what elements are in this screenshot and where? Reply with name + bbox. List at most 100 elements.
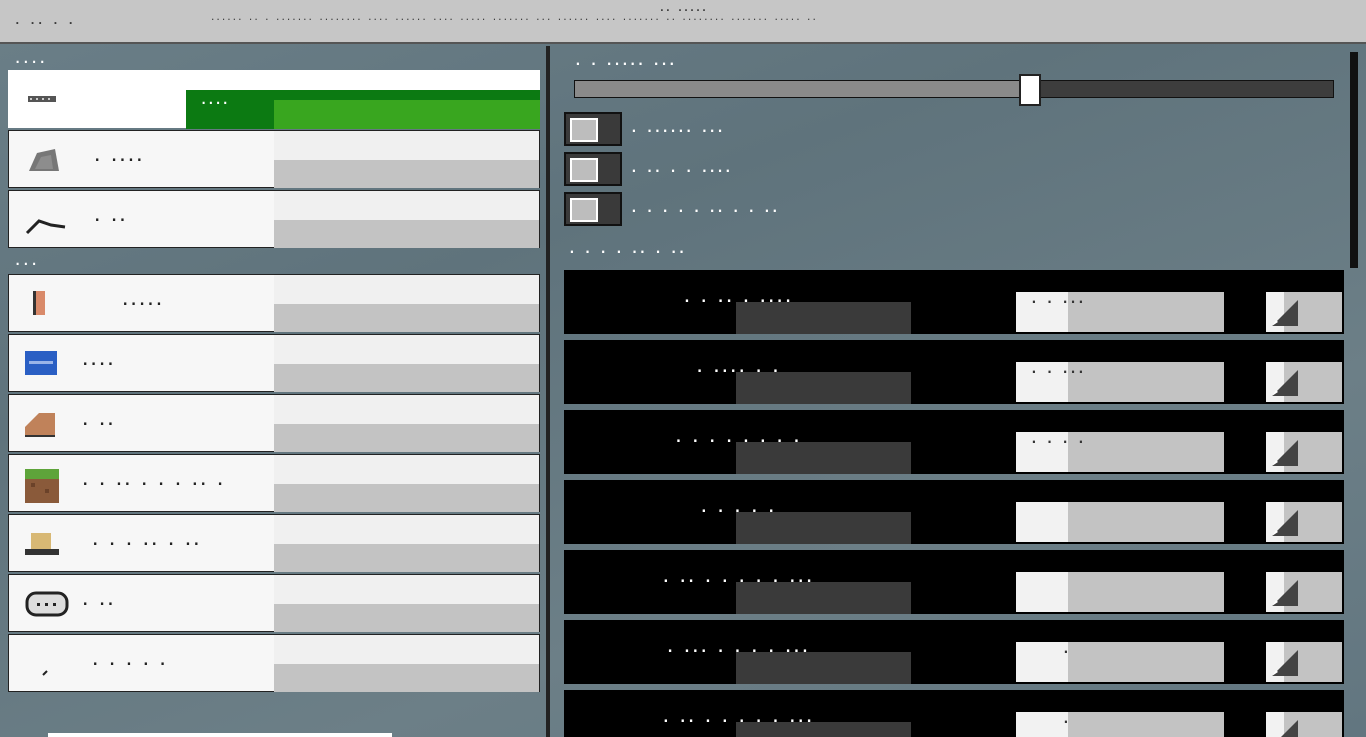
row-shade — [736, 512, 911, 544]
category-item-0[interactable]: .... — [8, 70, 540, 129]
value-text: . — [1062, 712, 1070, 727]
category-item-8[interactable]: . .. — [8, 574, 540, 632]
setting-row: . . .. . .... . . ... — [564, 270, 1344, 334]
item-stripe — [274, 664, 539, 692]
checkbox[interactable] — [564, 112, 622, 146]
pencil-icon — [1281, 720, 1298, 737]
pencil-icon — [25, 649, 59, 679]
checkbox-label: . ...... ... — [630, 121, 724, 136]
dotted-bar-icon — [24, 84, 58, 114]
category-item-2[interactable]: . .. — [8, 190, 540, 248]
item-stripe-light — [274, 455, 539, 484]
item-stripe-light — [274, 635, 539, 664]
edit-button[interactable] — [1266, 362, 1342, 402]
edit-button[interactable] — [1266, 502, 1342, 542]
category-label: .... — [81, 353, 115, 369]
row-shade — [736, 302, 911, 334]
edit-button[interactable] — [1266, 642, 1342, 682]
checkbox-label: . .. . . .... — [630, 161, 732, 176]
item-stripe-light — [274, 191, 539, 220]
category-label: . . . . . — [91, 653, 167, 669]
settings-panel: . . ..... ... . ...... ... . .. . . ....… — [552, 46, 1366, 737]
settings-list: . . .. . .... . . ... . .... . . . . ...… — [564, 270, 1344, 737]
selected-label: .... — [200, 93, 229, 107]
category-item-5[interactable]: . .. — [8, 394, 540, 452]
row-shade — [736, 372, 911, 404]
title-bar: . .. . . .. ..... ...... .. . ....... ..… — [0, 0, 1366, 44]
value-field[interactable]: . . ... — [1016, 292, 1224, 332]
status-text: ...... .. . ....... ........ .... ......… — [210, 13, 817, 23]
value-field[interactable] — [1016, 502, 1224, 542]
row-shade — [736, 652, 911, 684]
top-left-text: . .. . . — [14, 14, 75, 27]
value-field-light — [1016, 712, 1068, 737]
setting-label: . .... . . — [695, 360, 780, 376]
value-field[interactable]: . — [1016, 712, 1224, 737]
orange-block-icon — [25, 289, 59, 319]
category-item-6[interactable]: . . .. . . . .. . — [8, 454, 540, 512]
value-field[interactable]: . — [1016, 642, 1224, 682]
category-item-3[interactable]: ..... — [8, 274, 540, 332]
setting-label: . ... . . . . ... — [665, 640, 810, 656]
checkbox-row-3[interactable]: . . . . . .. . . .. — [564, 192, 1164, 226]
checkbox-row-1[interactable]: . ...... ... — [564, 112, 1164, 146]
category-label: ..... — [121, 293, 164, 309]
item-stripe — [274, 544, 539, 572]
hat-icon — [25, 529, 59, 559]
item-stripe — [274, 604, 539, 632]
checkbox[interactable] — [564, 192, 622, 226]
value-field[interactable]: . . . . — [1016, 432, 1224, 472]
setting-label: . .. . . . . . ... — [661, 710, 814, 726]
item-stripe — [274, 304, 539, 332]
value-field-light — [1016, 502, 1068, 542]
setting-label: . .. . . . . . ... — [661, 570, 814, 586]
value-slider[interactable] — [574, 74, 1334, 106]
row-shade — [736, 582, 911, 614]
category-item-7[interactable]: . . . .. . .. — [8, 514, 540, 572]
pencil-icon — [1272, 300, 1298, 326]
bottom-highlight — [48, 733, 392, 737]
setting-label: . . . . . . . . — [674, 430, 801, 446]
category-item-1[interactable]: . .... — [8, 130, 540, 188]
setting-label: . . .. . .... — [682, 290, 793, 306]
category-item-9[interactable]: . . . . . — [8, 634, 540, 692]
value-field-light — [1016, 572, 1068, 612]
slider-handle[interactable] — [1019, 74, 1041, 106]
section-label: . . . . .. . .. — [568, 242, 686, 257]
checkbox-inner — [570, 118, 598, 142]
item-stripe — [274, 364, 539, 392]
edit-button[interactable] — [1266, 572, 1342, 612]
row-shade — [736, 442, 911, 474]
edit-button[interactable] — [1266, 712, 1342, 737]
value-field[interactable] — [1016, 572, 1224, 612]
checkbox[interactable] — [564, 152, 622, 186]
edit-button[interactable] — [1266, 292, 1342, 332]
item-stripe-light — [274, 275, 539, 304]
selection-highlight-light — [274, 100, 540, 129]
curve-icon — [25, 205, 66, 235]
category-label: . . .. . . . .. . — [81, 473, 225, 489]
slider-label: . . ..... ... — [574, 54, 676, 69]
category-item-4[interactable]: .... — [8, 334, 540, 392]
item-stripe-light — [274, 515, 539, 544]
item-stripe-light — [274, 575, 539, 604]
item-stripe-light — [274, 335, 539, 364]
value-text: . . ... — [1030, 292, 1085, 307]
setting-label: . . . . . — [699, 500, 776, 516]
scrollbar[interactable] — [1350, 52, 1358, 268]
edit-button[interactable] — [1266, 432, 1342, 472]
brown-stair-icon — [25, 409, 59, 439]
panel-divider — [546, 46, 550, 737]
value-field[interactable]: . . ... — [1016, 362, 1224, 402]
checkbox-row-2[interactable]: . .. . . .... — [564, 152, 1164, 186]
setting-row: . .. . . . . . ... . — [564, 690, 1344, 737]
value-text: . — [1062, 642, 1070, 657]
setting-row: . . . . . . . . . . . . — [564, 410, 1344, 474]
item-stripe — [274, 160, 539, 188]
speech-bubble-icon — [25, 589, 69, 619]
checkbox-inner — [570, 158, 598, 182]
category-label: . .. — [93, 209, 127, 225]
pencil-icon — [1272, 440, 1298, 466]
category-label: . .. — [81, 593, 115, 609]
value-field-light — [1016, 642, 1068, 682]
